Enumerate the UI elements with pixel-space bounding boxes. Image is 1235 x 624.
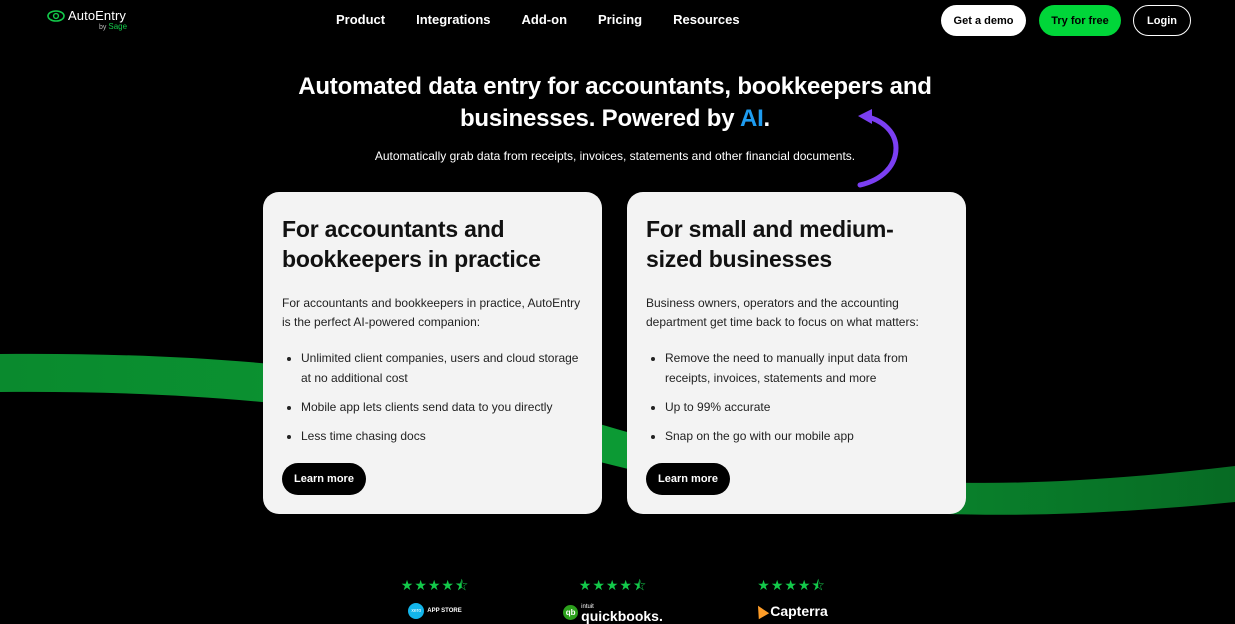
list-item: Unlimited client companies, users and cl…	[301, 348, 583, 388]
capterra-label: Capterra	[770, 603, 828, 619]
star-rating-icon: ★★★★⯪	[578, 577, 648, 593]
list-item: Remove the need to manually input data f…	[665, 348, 947, 388]
quickbooks-label: quickbooks.	[581, 608, 663, 624]
star-rating-icon: ★★★★⯪	[400, 577, 470, 593]
learn-more-button[interactable]: Learn more	[646, 463, 730, 495]
nav-add-on[interactable]: Add-on	[522, 12, 567, 27]
card-bullet-list: Unlimited client companies, users and cl…	[282, 348, 583, 446]
sage-brand-text: Sage	[108, 22, 128, 31]
get-demo-button[interactable]: Get a demo	[941, 5, 1026, 36]
xero-rating[interactable]: ★★★★⯪ xero APP STORE	[395, 575, 475, 619]
accountants-card: For accountants and bookkeepers in pract…	[263, 192, 602, 514]
quickbooks-wordmark: intuit quickbooks.	[581, 603, 663, 624]
quickbooks-logo: qb intuit quickbooks.	[563, 603, 663, 624]
card-heading: For accountants and bookkeepers in pract…	[282, 216, 541, 272]
nav-resources[interactable]: Resources	[673, 12, 739, 27]
try-free-button[interactable]: Try for free	[1039, 5, 1121, 36]
card-bullet-list: Remove the need to manually input data f…	[646, 348, 947, 446]
capterra-logo: Capterra	[753, 602, 828, 620]
learn-more-button[interactable]: Learn more	[282, 463, 366, 495]
nav-integrations[interactable]: Integrations	[416, 12, 490, 27]
nav-pricing[interactable]: Pricing	[598, 12, 642, 27]
login-button[interactable]: Login	[1133, 5, 1191, 36]
eye-logo-icon	[47, 9, 65, 22]
xero-icon: xero	[408, 603, 425, 619]
capterra-icon	[753, 602, 770, 620]
card-intro: For accountants and bookkeepers in pract…	[282, 296, 581, 329]
businesses-card: For small and medium-sized businesses Bu…	[627, 192, 966, 514]
list-item: Less time chasing docs	[301, 426, 583, 446]
hero-title-main: Automated data entry for accountants, bo…	[298, 73, 932, 132]
quickbooks-icon: qb	[563, 604, 579, 620]
list-item: Mobile app lets clients send data to you…	[301, 397, 583, 417]
hero-title-end: .	[763, 105, 771, 132]
list-item: Snap on the go with our mobile app	[665, 426, 947, 446]
list-item: Up to 99% accurate	[665, 397, 947, 417]
main-nav: Product Integrations Add-on Pricing Reso…	[336, 12, 771, 27]
autoentry-logo[interactable]: AutoEntry by Sage	[47, 8, 127, 31]
card-intro: Business owners, operators and the accou…	[646, 296, 919, 329]
nav-product[interactable]: Product	[336, 12, 385, 27]
xero-app-store-logo: xero APP STORE	[408, 603, 462, 619]
curved-arrow-icon	[857, 109, 899, 188]
quickbooks-rating[interactable]: ★★★★⯪ qb intuit quickbooks.	[563, 575, 663, 624]
logo-by-text: by	[99, 24, 107, 31]
logo-by-sage: by Sage	[99, 22, 127, 31]
card-heading: For small and medium-sized businesses	[646, 216, 894, 272]
capterra-rating[interactable]: ★★★★⯪ Capterra	[744, 575, 839, 620]
logo-name: AutoEntry	[68, 8, 126, 23]
hero-title-ai: AI	[739, 105, 764, 132]
app-store-label: APP STORE	[427, 608, 462, 614]
star-rating-icon: ★★★★⯪	[757, 577, 826, 593]
